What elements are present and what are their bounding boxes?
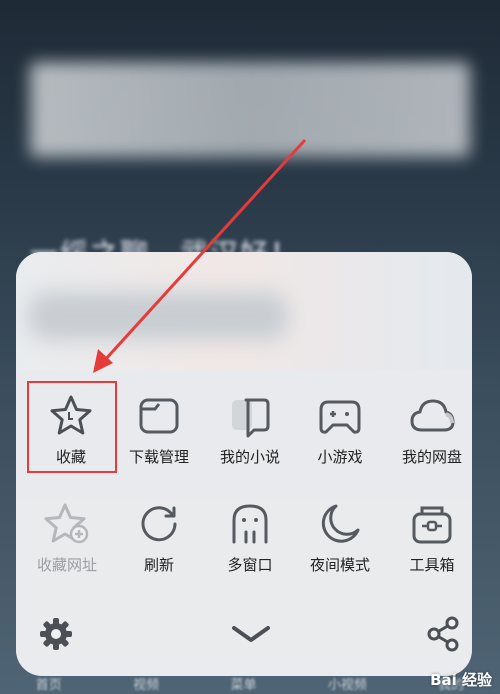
watermark: Bai 经验: [430, 671, 492, 689]
annotation-arrow: [93, 138, 307, 373]
